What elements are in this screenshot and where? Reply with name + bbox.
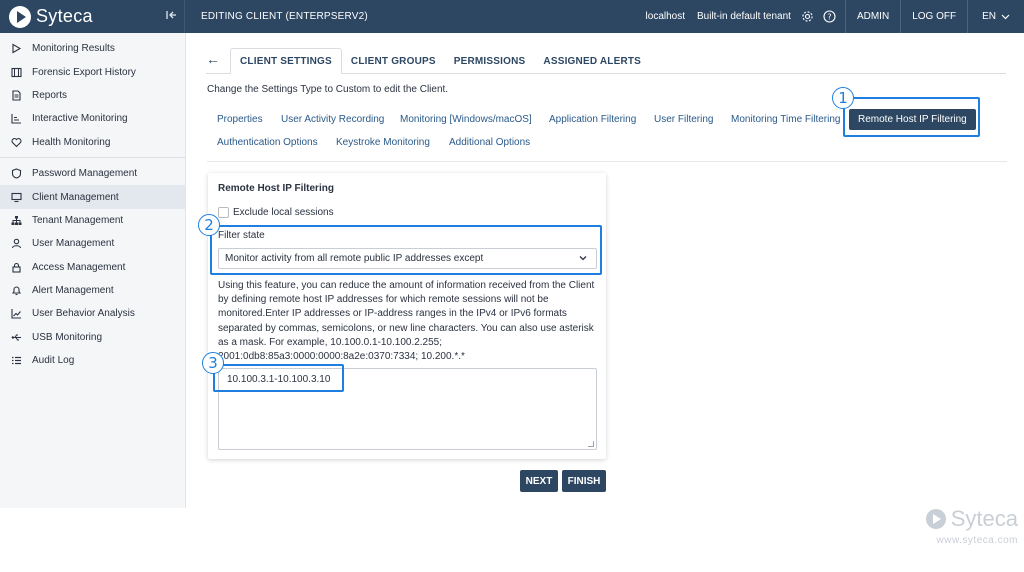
sidebar-item-label: Reports bbox=[32, 89, 68, 101]
language-label: EN bbox=[982, 11, 996, 22]
top-bar: Syteca EDITING CLIENT (ENTERPSERV2) loca… bbox=[0, 0, 1024, 33]
sidebar-item-label: Alert Management bbox=[32, 285, 114, 297]
lock-icon bbox=[10, 261, 22, 273]
usb-icon bbox=[10, 331, 22, 343]
sidebar-item-usb-monitoring[interactable]: USB Monitoring bbox=[0, 326, 185, 349]
sidebar-item-label: Monitoring Results bbox=[32, 43, 115, 55]
sidebar-item-label: Tenant Management bbox=[32, 214, 124, 226]
sidebar-group-monitoring: Monitoring Results Forensic Export Histor… bbox=[0, 33, 185, 157]
subtab-additional-options[interactable]: Additional Options bbox=[449, 137, 530, 148]
finish-button[interactable]: FINISH bbox=[562, 470, 606, 492]
play-icon bbox=[10, 43, 22, 55]
sidebar-item-password-management[interactable]: Password Management bbox=[0, 162, 185, 185]
heart-icon bbox=[10, 136, 22, 148]
callout-number-3: 3 bbox=[202, 352, 224, 374]
remote-host-ip-filtering-card: Remote Host IP Filtering Exclude local s… bbox=[208, 173, 606, 459]
list-icon bbox=[10, 355, 22, 367]
exclude-local-sessions-option[interactable]: Exclude local sessions bbox=[218, 207, 334, 218]
callout-number-2: 2 bbox=[198, 214, 220, 236]
back-arrow-icon[interactable]: ← bbox=[206, 51, 220, 67]
ip-filter-description: Using this feature, you can reduce the a… bbox=[218, 280, 595, 363]
sidebar-item-label: Forensic Export History bbox=[32, 66, 136, 78]
tab-assigned-alerts[interactable]: ASSIGNED ALERTS bbox=[534, 56, 650, 73]
sidebar-item-label: User Management bbox=[32, 238, 115, 250]
host-label: localhost bbox=[645, 11, 685, 22]
watermark-brand: Syteca bbox=[950, 506, 1018, 531]
divider bbox=[967, 0, 969, 33]
watermark-url: www.syteca.com bbox=[936, 535, 1018, 546]
trend-icon bbox=[10, 308, 22, 320]
sidebar-item-label: Audit Log bbox=[32, 355, 75, 367]
watermark: Syteca www.syteca.com bbox=[925, 506, 1018, 546]
brand[interactable]: Syteca bbox=[0, 0, 185, 33]
callout-number-1: 1 bbox=[832, 87, 854, 109]
syteca-logo-icon bbox=[9, 5, 31, 28]
exclude-local-sessions-label: Exclude local sessions bbox=[233, 207, 334, 218]
monitor-icon bbox=[10, 191, 22, 203]
sidebar-group-management: Password Management Client Management Tena… bbox=[0, 156, 185, 376]
film-icon bbox=[10, 66, 22, 78]
collapse-sidebar-icon[interactable] bbox=[166, 10, 177, 23]
sidebar: Monitoring Results Forensic Export Histor… bbox=[0, 33, 186, 508]
tab-client-groups[interactable]: CLIENT GROUPS bbox=[342, 56, 445, 73]
sidebar-item-tenant-management[interactable]: Tenant Management bbox=[0, 209, 185, 232]
help-icon[interactable]: ? bbox=[822, 9, 838, 25]
divider bbox=[844, 0, 846, 33]
svg-text:?: ? bbox=[828, 12, 832, 21]
subtab-application-filtering[interactable]: Application Filtering bbox=[549, 114, 636, 125]
resize-handle-icon[interactable] bbox=[588, 441, 594, 447]
sidebar-item-monitoring-results[interactable]: Monitoring Results bbox=[0, 37, 185, 60]
sidebar-item-user-behavior-analysis[interactable]: User Behavior Analysis bbox=[0, 302, 185, 325]
subtab-authentication-options[interactable]: Authentication Options bbox=[217, 137, 318, 148]
user-icon bbox=[10, 238, 22, 250]
sidebar-item-label: Health Monitoring bbox=[32, 136, 111, 148]
sidebar-item-alert-management[interactable]: Alert Management bbox=[0, 279, 185, 302]
sidebar-item-client-management[interactable]: Client Management bbox=[0, 185, 185, 209]
syteca-watermark-icon bbox=[925, 509, 946, 529]
gear-icon[interactable] bbox=[800, 9, 816, 25]
language-select[interactable]: EN bbox=[972, 11, 1024, 22]
sidebar-item-user-management[interactable]: User Management bbox=[0, 232, 185, 255]
chart-icon bbox=[10, 113, 22, 125]
tab-bar: ← CLIENT SETTINGS CLIENT GROUPS PERMISSI… bbox=[206, 48, 1006, 74]
subtab-monitoring[interactable]: Monitoring [Windows/macOS] bbox=[400, 114, 532, 125]
subtab-user-activity-recording[interactable]: User Activity Recording bbox=[281, 114, 384, 125]
callout-box-3 bbox=[213, 364, 344, 392]
card-title: Remote Host IP Filtering bbox=[218, 183, 334, 194]
subtab-monitoring-time-filtering[interactable]: Monitoring Time Filtering bbox=[731, 114, 840, 125]
sidebar-item-access-management[interactable]: Access Management bbox=[0, 256, 185, 279]
tenant-label[interactable]: Built-in default tenant bbox=[691, 11, 797, 22]
admin-button[interactable]: ADMIN bbox=[850, 11, 896, 22]
chevron-down-icon bbox=[1001, 14, 1010, 19]
sidebar-item-forensic-export-history[interactable]: Forensic Export History bbox=[0, 60, 185, 83]
sidebar-item-label: Client Management bbox=[32, 191, 119, 203]
sidebar-item-label: User Behavior Analysis bbox=[32, 308, 135, 320]
sidebar-item-reports[interactable]: Reports bbox=[0, 84, 185, 107]
tab-client-settings[interactable]: CLIENT SETTINGS bbox=[230, 48, 342, 74]
sidebar-item-interactive-monitoring[interactable]: Interactive Monitoring bbox=[0, 107, 185, 130]
sidebar-item-audit-log[interactable]: Audit Log bbox=[0, 349, 185, 372]
callout-box-2 bbox=[210, 225, 602, 275]
exclude-local-sessions-checkbox[interactable] bbox=[218, 207, 229, 218]
callout-box-1 bbox=[843, 97, 980, 137]
subtab-properties[interactable]: Properties bbox=[217, 114, 263, 125]
tab-permissions[interactable]: PERMISSIONS bbox=[445, 56, 535, 73]
bell-icon bbox=[10, 285, 22, 297]
subtab-keystroke-monitoring[interactable]: Keystroke Monitoring bbox=[336, 137, 430, 148]
next-button[interactable]: NEXT bbox=[520, 470, 558, 492]
sidebar-item-label: Password Management bbox=[32, 168, 138, 180]
sidebar-item-label: USB Monitoring bbox=[32, 331, 103, 343]
document-icon bbox=[10, 89, 22, 101]
subtab-user-filtering[interactable]: User Filtering bbox=[654, 114, 713, 125]
settings-hint: Change the Settings Type to Custom to ed… bbox=[207, 84, 449, 95]
divider bbox=[900, 0, 902, 33]
shield-icon bbox=[10, 168, 22, 180]
brand-name: Syteca bbox=[36, 6, 93, 26]
sidebar-item-label: Access Management bbox=[32, 261, 126, 273]
sitemap-icon bbox=[10, 214, 22, 226]
sidebar-item-label: Interactive Monitoring bbox=[32, 113, 128, 125]
log-off-button[interactable]: LOG OFF bbox=[905, 11, 963, 22]
sidebar-item-health-monitoring[interactable]: Health Monitoring bbox=[0, 131, 185, 154]
window-title: EDITING CLIENT (ENTERPSERV2) bbox=[201, 11, 368, 22]
